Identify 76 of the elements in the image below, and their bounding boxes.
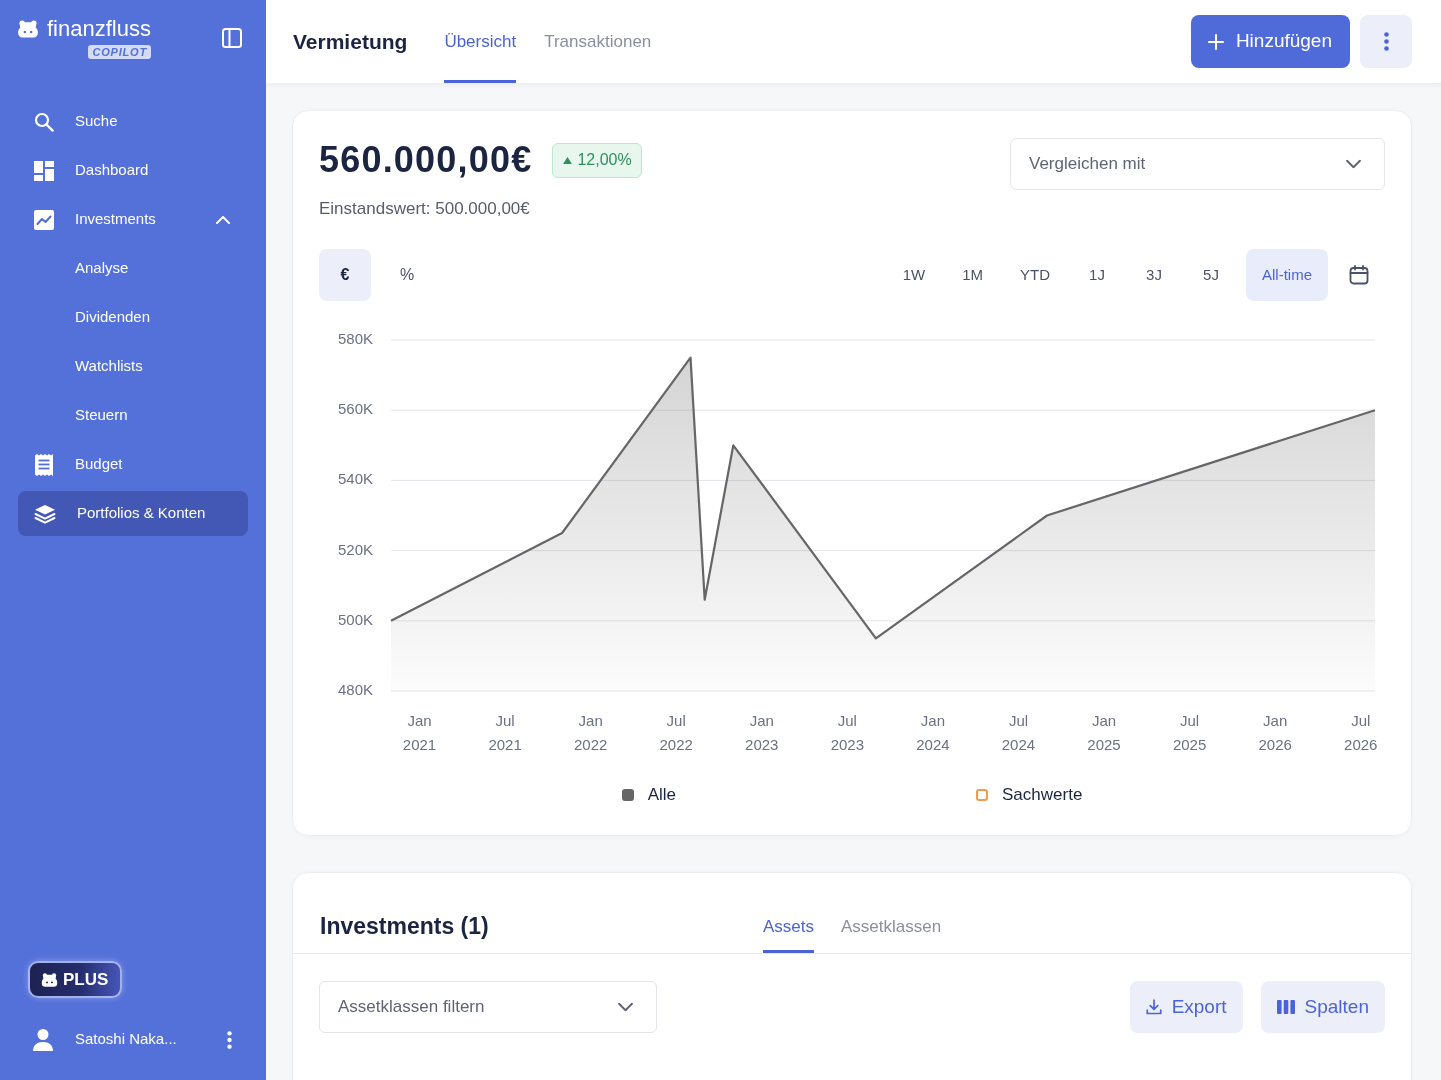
- more-options-button[interactable]: [227, 1030, 232, 1049]
- logo-badge: COPILOT: [88, 45, 151, 59]
- sidebar-panel-icon: [222, 28, 242, 48]
- filter-select[interactable]: Assetklassen filtern: [319, 981, 657, 1033]
- section-title: Investments (1): [320, 912, 490, 941]
- triangle-up-icon: [563, 156, 573, 164]
- trend-chart-icon: [34, 209, 54, 230]
- y-axis-label: 560K: [337, 400, 373, 418]
- x-axis-label: Jan 2024: [916, 712, 950, 754]
- kebab-icon: [227, 1030, 232, 1049]
- chevron-down-icon: [1346, 159, 1361, 169]
- nav-item[interactable]: Dashboard: [18, 148, 248, 193]
- logo-wordmark: finanzfluss: [47, 17, 151, 41]
- hippo-icon: [17, 20, 39, 38]
- add-button[interactable]: Hinzufügen: [1190, 15, 1350, 68]
- unit-toggle-button[interactable]: %: [381, 249, 433, 301]
- nav-subitem[interactable]: Watchlists: [18, 344, 248, 389]
- range-button[interactable]: 5J: [1185, 249, 1237, 301]
- change-percent: 12,00%: [577, 150, 632, 170]
- tab[interactable]: Transaktionen: [544, 0, 652, 83]
- x-axis-label: Jan 2021: [402, 712, 437, 754]
- x-axis-label: Jan 2026: [1258, 712, 1292, 754]
- x-axis-label: Jul 2025: [1172, 712, 1207, 754]
- legend-label: Alle: [647, 784, 676, 807]
- tab[interactable]: Übersicht: [444, 0, 517, 83]
- y-axis-label: 520K: [337, 540, 373, 558]
- nav-item[interactable]: Suche: [18, 99, 248, 144]
- range-button[interactable]: 3J: [1128, 249, 1180, 301]
- nav-item[interactable]: Portfolios & Konten: [18, 491, 248, 536]
- kebab-icon: [1383, 32, 1389, 51]
- tab[interactable]: Assets: [762, 909, 814, 953]
- plan-upgrade-button[interactable]: PLUS: [28, 961, 123, 998]
- person-icon: [33, 1028, 53, 1051]
- download-icon: [1145, 999, 1162, 1015]
- receipt-icon: [34, 453, 54, 476]
- x-axis-label: Jul 2023: [830, 712, 865, 754]
- y-axis-label: 580K: [337, 329, 373, 347]
- layers-icon: [34, 503, 56, 524]
- y-axis-label: 540K: [337, 470, 373, 488]
- nav-item[interactable]: Budget: [18, 442, 248, 487]
- nav-subitem[interactable]: Steuern: [18, 393, 248, 438]
- sidebar-toggle-button[interactable]: [222, 28, 242, 48]
- range-button[interactable]: All-time: [1246, 249, 1328, 301]
- user-name[interactable]: Satoshi Naka...: [75, 1028, 205, 1051]
- search-icon: [34, 111, 54, 132]
- x-axis-label: Jan 2022: [573, 712, 608, 754]
- cost-basis-text: Einstandswert: 500.000,00€: [319, 198, 531, 220]
- nav-item[interactable]: Investments: [18, 197, 248, 242]
- x-axis-label: Jul 2026: [1344, 712, 1378, 754]
- legend-label: Sachwerte: [1002, 784, 1083, 807]
- y-axis-label: 480K: [337, 680, 373, 698]
- portfolio-value: 560.000,00€: [319, 138, 533, 182]
- hippo-icon: [41, 972, 58, 987]
- x-axis-label: Jan 2023: [745, 712, 779, 754]
- x-axis-label: Jul 2024: [1001, 712, 1036, 754]
- nav-subitem[interactable]: Dividenden: [18, 295, 248, 340]
- y-axis-label: 500K: [337, 610, 373, 628]
- chevron-down-icon: [618, 1002, 633, 1012]
- range-button[interactable]: 1J: [1071, 249, 1123, 301]
- unit-toggle-button[interactable]: €: [319, 249, 371, 301]
- x-axis-label: Jan 2025: [1087, 712, 1121, 754]
- x-axis-label: Jul 2022: [659, 712, 693, 754]
- compare-select[interactable]: Vergleichen mit: [1010, 138, 1385, 190]
- dashboard-grid-icon: [34, 160, 54, 181]
- range-button[interactable]: YTD: [1004, 249, 1066, 301]
- plus-icon: [1207, 33, 1224, 50]
- range-button[interactable]: 1M: [946, 249, 999, 301]
- columns-icon: [1276, 1000, 1295, 1014]
- x-axis-label: Jul 2021: [488, 712, 522, 754]
- range-button[interactable]: 1W: [886, 249, 942, 301]
- export-button[interactable]: Export: [1129, 981, 1243, 1033]
- columns-button[interactable]: Spalten: [1260, 981, 1385, 1033]
- page-title: Vermietung: [293, 28, 408, 55]
- tab[interactable]: Assetklassen: [840, 909, 942, 953]
- nav-subitem[interactable]: Analyse: [18, 246, 248, 291]
- calendar-icon: [1349, 265, 1369, 285]
